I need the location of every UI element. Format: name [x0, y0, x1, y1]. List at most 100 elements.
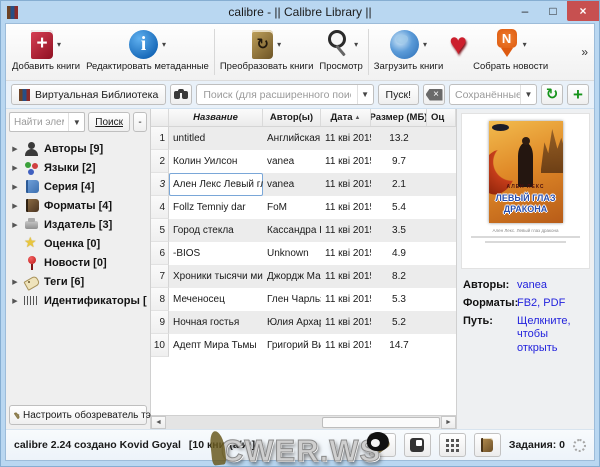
cell-date[interactable]: 11 кві 2015	[321, 219, 371, 242]
cell-authors[interactable]: Unknown	[263, 242, 321, 265]
fetch-news-button[interactable]: ▾ Собрать новости	[470, 24, 551, 80]
formats-links[interactable]: FB2, PDF	[517, 297, 565, 311]
col-size[interactable]: Размер (МБ)	[371, 109, 427, 126]
scroll-right-icon[interactable]: ►	[441, 416, 456, 429]
chevron-down-icon[interactable]: ▾	[277, 40, 281, 49]
cell-rating[interactable]	[427, 311, 456, 334]
convert-books-button[interactable]: ▾ Преобразовать книги	[217, 24, 317, 80]
cell-size[interactable]: 9.7	[371, 150, 427, 173]
cell-authors[interactable]: Григорий Ви...	[263, 334, 321, 357]
cell-date[interactable]: 11 кві 2015	[321, 242, 371, 265]
cell-title[interactable]: Меченосец	[169, 288, 263, 311]
cell-size[interactable]: 14.7	[371, 334, 427, 357]
cell-authors[interactable]: Кассандра К...	[263, 219, 321, 242]
chevron-down-icon[interactable]: ▾	[162, 40, 166, 49]
virtual-library-button[interactable]: Виртуальная Библиотека	[11, 84, 166, 105]
expand-arrow-icon[interactable]: ▶	[11, 183, 19, 191]
jobs-spinner-icon[interactable]	[573, 439, 586, 452]
edit-metadata-button[interactable]: ▾ Редактировать метаданные	[83, 24, 212, 80]
cell-size[interactable]: 3.5	[371, 219, 427, 242]
cell-size[interactable]: 5.3	[371, 288, 427, 311]
maximize-button[interactable]: □	[539, 1, 567, 21]
toggle-book-details-button[interactable]	[474, 433, 501, 457]
cell-rating[interactable]	[427, 127, 456, 150]
table-row[interactable]: 10 Адепт Мира Тьмы Григорий Ви... 11 кві…	[151, 334, 456, 357]
toggle-cover-browser-button[interactable]	[404, 433, 431, 457]
horizontal-scrollbar[interactable]: ◄ ►	[151, 415, 456, 429]
scrollbar-track[interactable]	[166, 416, 441, 429]
cell-title[interactable]: Ален Лекс Левый глаз...	[169, 173, 263, 196]
clear-search-button[interactable]	[423, 84, 445, 105]
scrollbar-thumb[interactable]	[322, 417, 440, 428]
book-cover[interactable]: АЛЕН ЛЕКС ЛЕВЫЙ ГЛАЗ ДРАКОНА	[489, 121, 563, 223]
cell-rating[interactable]	[427, 334, 456, 357]
expand-arrow-icon[interactable]: ▶	[11, 221, 19, 229]
cell-title[interactable]: Колин Уилсон	[169, 150, 263, 173]
toolbar-overflow-button[interactable]: »	[578, 45, 591, 59]
cell-date[interactable]: 11 кві 2015	[321, 196, 371, 219]
table-row[interactable]: 2 Колин Уилсон vanea 11 кві 2015 9.7	[151, 150, 456, 173]
search-go-button[interactable]: Пуск!	[378, 84, 419, 105]
col-authors[interactable]: Автор(ы)	[263, 109, 321, 126]
advanced-search-button[interactable]	[170, 84, 192, 105]
tree-item[interactable]: ▶ Форматы [4]	[11, 196, 147, 215]
authors-link[interactable]: vanea	[517, 279, 547, 293]
tree-item[interactable]: ▶ Теги [6]	[11, 272, 147, 291]
find-item-input[interactable]	[10, 117, 68, 128]
tree-item[interactable]: ▶ Языки [2]	[11, 158, 147, 177]
table-row[interactable]: 6 -BIOS Unknown 11 кві 2015 4.9	[151, 242, 456, 265]
cell-authors[interactable]: Джордж Ма...	[263, 265, 321, 288]
cell-date[interactable]: 11 кві 2015	[321, 173, 371, 196]
cell-size[interactable]: 5.2	[371, 311, 427, 334]
cell-title[interactable]: Follz Temniy dar	[169, 196, 263, 219]
cell-date[interactable]: 11 кві 2015	[321, 288, 371, 311]
chevron-down-icon[interactable]: ▾	[523, 40, 527, 49]
cell-title[interactable]: Хроники тысячи мир...	[169, 265, 263, 288]
cell-authors[interactable]: Глен Чарльз ...	[263, 288, 321, 311]
tree-item[interactable]: Оценка [0]	[11, 234, 147, 253]
tree-item[interactable]: ▶ Серия [4]	[11, 177, 147, 196]
minimize-button[interactable]: –	[511, 1, 539, 21]
tree-item[interactable]: ▶ Издатель [3]	[11, 215, 147, 234]
cell-date[interactable]: 11 кві 2015	[321, 265, 371, 288]
table-row[interactable]: 9 Ночная гостья Юлия Архар... 11 кві 201…	[151, 311, 456, 334]
cell-title[interactable]: Ночная гостья	[169, 311, 263, 334]
cell-date[interactable]: 11 кві 2015	[321, 334, 371, 357]
toggle-cover-grid-button[interactable]	[439, 433, 466, 457]
table-row[interactable]: 5 Город стекла Кассандра К... 11 кві 201…	[151, 219, 456, 242]
col-title[interactable]: Название	[169, 109, 263, 126]
cell-size[interactable]: 4.9	[371, 242, 427, 265]
cell-title[interactable]: untitled	[169, 127, 263, 150]
cell-authors[interactable]: Английская ...	[263, 127, 321, 150]
add-books-button[interactable]: ▾ Добавить книги	[9, 24, 83, 80]
expand-arrow-icon[interactable]: ▶	[11, 145, 19, 153]
cell-rating[interactable]	[427, 288, 456, 311]
cell-rating[interactable]	[427, 219, 456, 242]
table-row[interactable]: 4 Follz Temniy dar FoM 11 кві 2015 5.4	[151, 196, 456, 219]
saved-searches-combo[interactable]: Сохранённые ... ▼	[449, 84, 537, 105]
copy-search-button[interactable]: ↻	[541, 84, 563, 105]
configure-tag-browser-button[interactable]: Настроить обозреватель тэгов ▾	[9, 405, 147, 425]
cell-title[interactable]: Город стекла	[169, 219, 263, 242]
toggle-tag-browser-button[interactable]	[369, 433, 396, 457]
cell-rating[interactable]	[427, 265, 456, 288]
cell-authors[interactable]: Юлия Архар...	[263, 311, 321, 334]
title-bar[interactable]: calibre - || Calibre Library || – □ ×	[1, 1, 599, 23]
chevron-down-icon[interactable]: ▼	[68, 113, 84, 131]
tree-item[interactable]: ▶ Идентификаторы [1]	[11, 291, 147, 310]
cell-date[interactable]: 11 кві 2015	[321, 127, 371, 150]
col-date[interactable]: Дата▲	[321, 109, 371, 126]
cell-authors[interactable]: vanea	[263, 150, 321, 173]
cell-authors[interactable]: vanea	[263, 173, 321, 196]
cell-rating[interactable]	[427, 150, 456, 173]
donate-button[interactable]: ♥	[446, 24, 470, 80]
tag-search-button[interactable]: Поиск	[88, 112, 130, 132]
expand-arrow-icon[interactable]: ▶	[11, 164, 19, 172]
cell-rating[interactable]	[427, 173, 456, 196]
search-history-arrow-icon[interactable]: ▼	[357, 85, 373, 104]
search-input[interactable]	[197, 85, 356, 104]
chevron-down-icon[interactable]: ▾	[354, 40, 358, 49]
chevron-down-icon[interactable]: ▾	[57, 40, 61, 49]
table-row[interactable]: 8 Меченосец Глен Чарльз ... 11 кві 2015 …	[151, 288, 456, 311]
tree-item[interactable]: Новости [0]	[11, 253, 147, 272]
